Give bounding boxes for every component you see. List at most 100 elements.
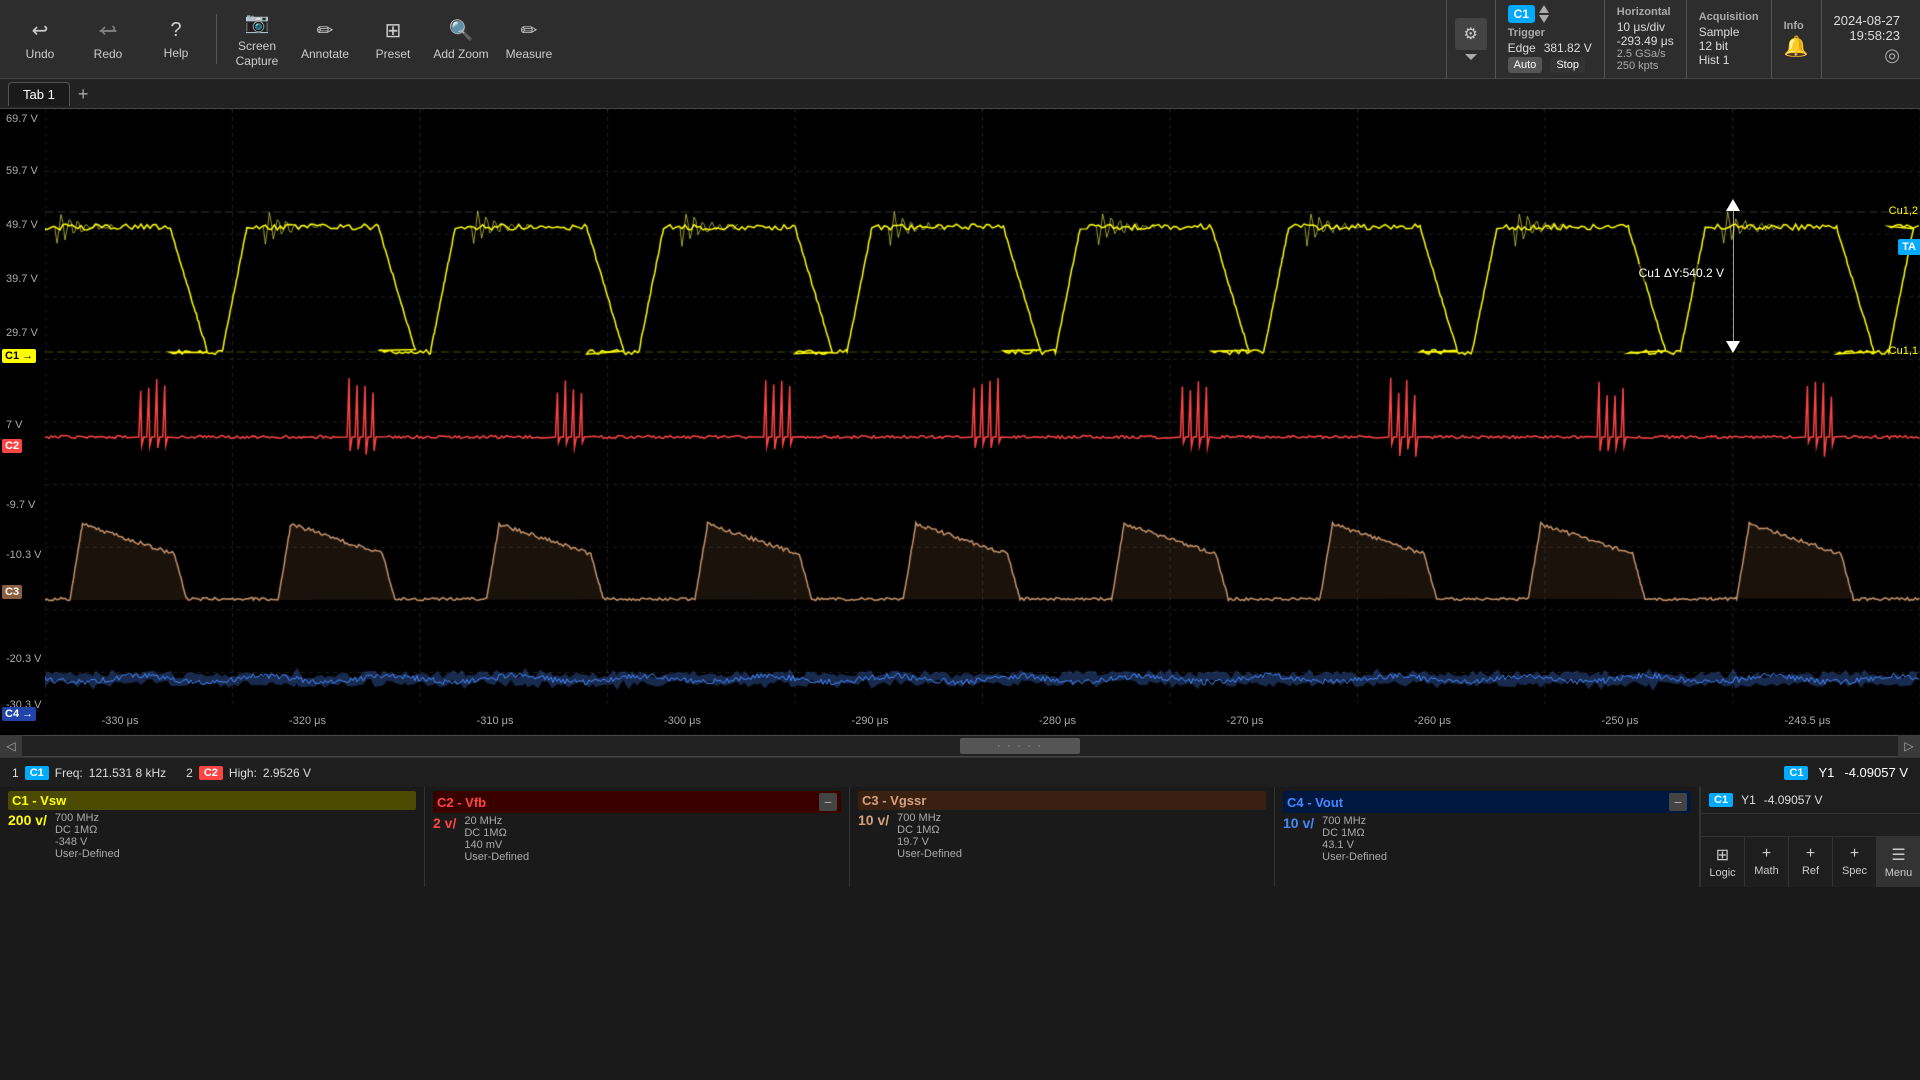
c2-minus-btn[interactable]: − (819, 793, 837, 811)
y-label-7: -10.3 V (6, 549, 41, 561)
annotate-button[interactable]: ✏ Annotate (293, 5, 357, 73)
spec-icon: + (1850, 845, 1859, 863)
time-tick-5: -280 μs (1039, 715, 1076, 727)
channel-card-c1: C1 - Vsw 200 v/ 700 MHz DC 1MΩ -348 V Us… (0, 787, 425, 887)
channels-main: C1 - Vsw 200 v/ 700 MHz DC 1MΩ -348 V Us… (0, 787, 1700, 887)
scroll-dots: · · · · · (997, 741, 1043, 752)
scroll-right-button[interactable]: ▷ (1898, 735, 1920, 757)
horizontal-samples: 250 kpts (1617, 60, 1674, 72)
trigger-voltage: 381.82 V (1544, 41, 1592, 55)
add-zoom-button[interactable]: 🔍 Add Zoom (429, 5, 493, 73)
c4-offset: 43.1 V (1322, 839, 1387, 851)
c2-coupling: DC 1MΩ (464, 827, 529, 839)
cu1-bottom-label: Cu1,1 (1889, 345, 1918, 357)
time-tick-1: -320 μs (289, 715, 326, 727)
screen-capture-button[interactable]: 📷 ScreenCapture (225, 5, 289, 73)
c1-type: User-Defined (55, 848, 120, 860)
c2-type: User-Defined (464, 851, 529, 863)
trigger-up-arrow (1539, 5, 1549, 13)
math-icon: + (1762, 845, 1771, 863)
ref-button[interactable]: + Ref (1789, 837, 1833, 887)
c1-offset: -348 V (55, 836, 120, 848)
toolbar-right: ⚙ C1 Trigger Edge 381.82 V Auto Stop (1446, 0, 1912, 79)
cursor-up-arrow (1726, 199, 1740, 211)
waveform-display (45, 109, 1920, 735)
channel-card-c4: C4 - Vout − 10 v/ 700 MHz DC 1MΩ 43.1 V … (1275, 787, 1700, 887)
c3-offset: 19.7 V (897, 836, 962, 848)
cursor-vertical-line (1733, 211, 1734, 341)
math-button[interactable]: + Math (1745, 837, 1789, 887)
toolbar: ↩ Undo ↩ Redo ? Help 📷 ScreenCapture ✏ A… (0, 0, 1920, 79)
y-label-8: -20.3 V (6, 653, 41, 665)
time-tick-8: -250 μs (1602, 715, 1639, 727)
time-tick-3: -300 μs (664, 715, 701, 727)
y-label-0: 69.7 V (6, 113, 38, 125)
spec-button[interactable]: + Spec (1833, 837, 1877, 887)
time-axis: -330 μs -320 μs -310 μs -300 μs -290 μs … (45, 707, 1920, 735)
acquisition-bits: 12 bit (1699, 39, 1759, 53)
preset-button[interactable]: ⊞ Preset (361, 5, 425, 73)
time-tick-6: -270 μs (1227, 715, 1264, 727)
y-label-4: 29.7 V (6, 327, 38, 339)
c2-bandwidth: 20 MHz (464, 815, 529, 827)
ch3-label: C3 (2, 585, 22, 599)
status-bar: 1 C1 Freq: 121.531 8 kHz 2 C2 High: 2.95… (0, 757, 1920, 787)
ch2-label: C2 (2, 439, 22, 453)
horizontal-section: Horizontal 10 μs/div -293.49 μs 2.5 GSa/… (1604, 0, 1686, 79)
annotate-icon: ✏ (317, 18, 334, 43)
trigger-auto-button[interactable]: Auto (1508, 57, 1543, 73)
rp-button-row: ⊞ Logic + Math + Ref + Spec ☰ Menu (1701, 836, 1920, 887)
status-y1-ch-badge: C1 (1784, 766, 1808, 780)
channel-panel-wrapper: C1 - Vsw 200 v/ 700 MHz DC 1MΩ -348 V Us… (0, 787, 1920, 887)
scope-display: 69.7 V 59.7 V 49.7 V 39.7 V 29.7 V 7 V -… (0, 109, 1920, 735)
help-button[interactable]: ? Help (144, 5, 208, 73)
logic-icon: ⊞ (1716, 845, 1729, 865)
time-tick-0: -330 μs (102, 715, 139, 727)
measure-button[interactable]: ✏ Measure (497, 5, 561, 73)
channel-card-c2: C2 - Vfb − 2 v/ 20 MHz DC 1MΩ 140 mV Use… (425, 787, 850, 887)
ref-icon: + (1806, 845, 1815, 863)
help-icon: ? (170, 19, 181, 42)
status-ch1-badge: C1 (25, 766, 49, 780)
cursor-measurement-label: Cu1 ΔY:540.2 V (1633, 264, 1730, 282)
y-label-1: 59.7 V (6, 165, 38, 177)
time-tick-4: -290 μs (852, 715, 889, 727)
status-ch2-badge: C2 (199, 766, 223, 780)
status-item-2: 2 C2 High: 2.9526 V (186, 766, 311, 780)
y-label-6: -9.7 V (6, 499, 35, 511)
settings-button[interactable]: ⚙ (1455, 18, 1487, 50)
c3-card-name: C3 - Vgssr (862, 793, 926, 808)
c1-voltage: 200 v/ (8, 812, 47, 860)
c4-bandwidth: 700 MHz (1322, 815, 1387, 827)
c4-card-name: C4 - Vout (1287, 795, 1343, 810)
c3-coupling: DC 1MΩ (897, 824, 962, 836)
tab-1[interactable]: Tab 1 (8, 82, 70, 106)
c2-offset: 140 mV (464, 839, 529, 851)
y-label-3: 39.7 V (6, 273, 38, 285)
logic-button[interactable]: ⊞ Logic (1701, 837, 1745, 887)
c1-card-name: C1 - Vsw (12, 793, 66, 808)
ch1-label: C1 → (2, 349, 36, 363)
preset-icon: ⊞ (385, 18, 402, 43)
trigger-stop-button[interactable]: Stop (1550, 57, 1585, 73)
measure-icon: ✏ (521, 18, 538, 43)
date-display: 2024-08-27 (1834, 13, 1901, 28)
ta-badge[interactable]: TA (1898, 239, 1920, 255)
redo-button[interactable]: ↩ Redo (76, 5, 140, 73)
scroll-track[interactable]: · · · · · (22, 736, 1898, 756)
undo-button[interactable]: ↩ Undo (8, 5, 72, 73)
status-y1-section: C1 Y1 -4.09057 V (1784, 765, 1908, 780)
menu-button[interactable]: ☰ Menu (1877, 837, 1920, 887)
y-label-2: 49.7 V (6, 219, 38, 231)
scroll-thumb[interactable]: · · · · · (960, 738, 1080, 754)
trigger-section: C1 Trigger Edge 381.82 V Auto Stop (1495, 0, 1604, 79)
acquisition-title: Acquisition (1699, 11, 1759, 23)
c2-card-name: C2 - Vfb (437, 795, 486, 810)
zoom-icon: 🔍 (449, 18, 474, 43)
c1-coupling: DC 1MΩ (55, 824, 120, 836)
tab-add-button[interactable]: + (70, 85, 97, 103)
c4-coupling: DC 1MΩ (1322, 827, 1387, 839)
c4-minus-btn[interactable]: − (1669, 793, 1687, 811)
scroll-left-button[interactable]: ◁ (0, 735, 22, 757)
separator-1 (216, 14, 217, 64)
